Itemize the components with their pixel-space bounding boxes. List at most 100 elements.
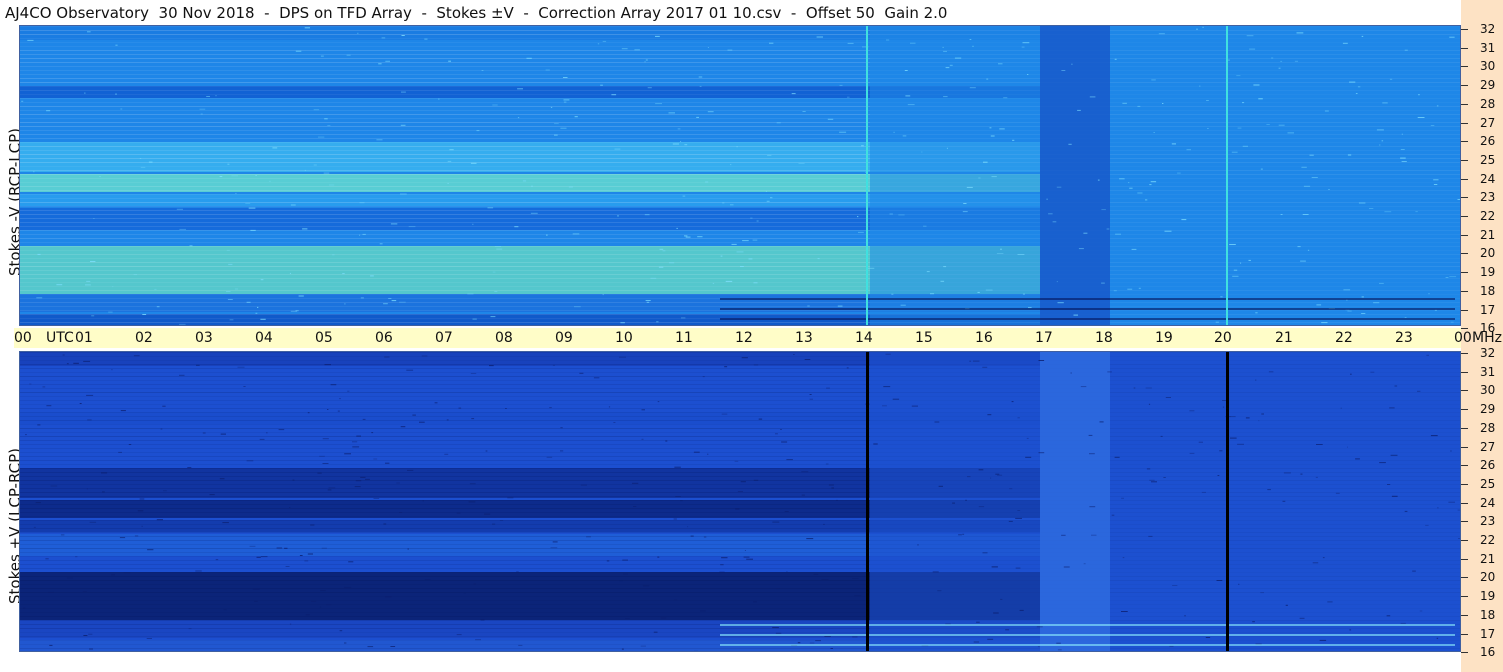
freq-tick-mark (1461, 371, 1468, 373)
noise-speck (1162, 103, 1164, 104)
noise-speck (885, 353, 891, 355)
noise-speck (139, 498, 145, 500)
noise-speck (1056, 642, 1061, 644)
noise-speck (793, 354, 795, 355)
noise-speck (438, 98, 440, 100)
noise-speck (1177, 172, 1181, 174)
noise-speck (1404, 49, 1408, 51)
noise-speck (1266, 124, 1270, 125)
freq-tick-mark (1461, 390, 1468, 392)
noise-speck (243, 386, 246, 387)
freq-tick-mark (1461, 502, 1468, 504)
noise-speck (111, 574, 115, 576)
noise-speck (99, 176, 101, 177)
noise-speck (289, 507, 291, 508)
noise-speck (73, 362, 79, 364)
noise-speck (697, 236, 703, 238)
noise-speck (694, 650, 698, 652)
noise-speck (1437, 507, 1439, 509)
noise-speck (330, 384, 337, 386)
noise-speck (1015, 517, 1022, 519)
noise-speck (318, 136, 325, 138)
noise-speck (1061, 534, 1066, 536)
noise-speck (1436, 105, 1439, 107)
noise-speck (396, 482, 400, 484)
noise-speck (179, 228, 186, 230)
freq-tick-label: 29 (1480, 402, 1496, 417)
noise-speck (1294, 60, 1298, 62)
noise-speck (327, 489, 332, 491)
freq-tick-mark (1461, 614, 1468, 616)
noise-speck (1321, 322, 1328, 324)
noise-speck (259, 438, 265, 440)
noise-speck (66, 363, 69, 365)
noise-speck (179, 323, 186, 325)
time-tick-label: 09 (555, 330, 573, 346)
noise-speck (1181, 219, 1187, 221)
noise-speck (449, 149, 454, 151)
noise-speck (376, 139, 383, 141)
noise-speck (741, 357, 748, 359)
top-spectrogram-image (20, 26, 1461, 326)
noise-speck (189, 245, 193, 247)
noise-speck (1390, 454, 1398, 456)
noise-speck (140, 166, 146, 168)
freq-tick-mark (1461, 521, 1468, 523)
noise-speck (285, 566, 290, 567)
noise-speck (1219, 450, 1223, 452)
noise-speck (134, 535, 139, 537)
noise-speck (139, 158, 142, 159)
noise-speck (1145, 199, 1148, 201)
freq-tick-label: 30 (1480, 383, 1496, 398)
noise-speck (982, 366, 988, 368)
noise-speck (831, 487, 834, 489)
noise-speck (313, 109, 320, 111)
noise-speck (809, 642, 815, 644)
noise-speck (219, 478, 225, 480)
noise-speck (1131, 248, 1137, 250)
noise-speck (1387, 484, 1391, 485)
noise-speck (25, 434, 27, 436)
noise-speck (401, 35, 405, 36)
noise-speck (163, 490, 167, 492)
noise-speck (727, 49, 733, 51)
noise-speck (37, 424, 41, 426)
time-tick-label: 21 (1275, 330, 1293, 346)
noise-speck (1258, 98, 1263, 100)
noise-speck (940, 280, 945, 282)
noise-speck (917, 544, 919, 546)
noise-speck (86, 488, 88, 490)
noise-speck (801, 471, 809, 473)
noise-speck (958, 534, 962, 536)
noise-speck (1151, 79, 1156, 81)
noise-speck (552, 541, 558, 543)
noise-speck (260, 556, 268, 558)
vertical-glitch-line (1226, 352, 1229, 652)
noise-speck (1425, 524, 1429, 526)
noise-speck (326, 604, 332, 606)
noise-speck (685, 236, 691, 238)
noise-speck (772, 627, 779, 629)
noise-speck (712, 282, 715, 284)
time-tick-label: 23 (1395, 330, 1413, 346)
freq-tick-label: 21 (1480, 551, 1496, 566)
noise-speck (1457, 509, 1461, 511)
time-tick-label: 12 (735, 330, 753, 346)
noise-speck (1296, 32, 1304, 34)
noise-speck (1121, 497, 1124, 499)
rfi-line (720, 644, 1455, 646)
interference-block (1040, 352, 1110, 652)
noise-speck (606, 560, 610, 562)
noise-speck (346, 54, 351, 56)
noise-speck (1236, 75, 1241, 77)
noise-speck (1215, 321, 1219, 323)
noise-speck (133, 355, 140, 357)
time-tick-label: 07 (435, 330, 453, 346)
freq-tick-label: 19 (1480, 265, 1496, 280)
noise-speck (327, 409, 329, 410)
noise-speck (137, 510, 144, 512)
noise-speck (613, 422, 616, 423)
noise-speck (839, 84, 843, 86)
noise-speck (1400, 157, 1406, 159)
noise-speck (530, 212, 538, 214)
